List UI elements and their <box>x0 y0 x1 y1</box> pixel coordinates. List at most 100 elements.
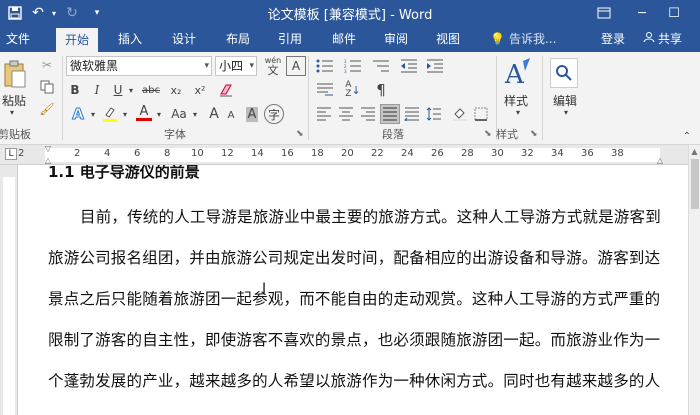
line-spacing-icon[interactable] <box>424 104 444 124</box>
font-size-select[interactable]: 小四 ▾ <box>215 56 257 76</box>
align-center-icon[interactable] <box>336 104 356 124</box>
ruler-number: 16 <box>281 148 294 159</box>
increase-indent-icon[interactable] <box>424 56 446 76</box>
text-effects-dropdown-icon[interactable]: ▾ <box>88 104 98 124</box>
svg-text:3: 3 <box>344 69 347 73</box>
distributed-icon[interactable] <box>402 104 422 124</box>
font-name-select[interactable]: 微软雅黑 ▾ <box>66 56 212 76</box>
ribbon-display-icon[interactable] <box>590 0 618 26</box>
tab-view[interactable]: 视图 <box>430 26 466 52</box>
search-icon[interactable] <box>550 58 578 88</box>
paste-dropdown-icon[interactable]: ▾ <box>2 108 22 117</box>
underline-dropdown-icon[interactable]: ▾ <box>126 80 136 100</box>
align-left-icon[interactable] <box>314 104 334 124</box>
ruler-number: 30 <box>491 148 504 159</box>
shading-icon[interactable] <box>450 104 470 124</box>
share-button[interactable]: 共享 <box>639 28 686 50</box>
justify-icon[interactable] <box>380 104 400 124</box>
right-indent-marker[interactable]: △ <box>656 156 664 165</box>
vertical-ruler[interactable] <box>0 165 18 415</box>
ruler-number: 8 <box>164 148 171 159</box>
tell-me-box[interactable]: 💡 告诉我... <box>490 26 556 52</box>
numbering-icon[interactable]: 123 <box>342 56 364 76</box>
vertical-ruler-area <box>3 177 15 415</box>
paste-label[interactable]: 粘贴 <box>2 92 26 109</box>
maximize-button[interactable]: ☐ <box>660 0 688 26</box>
styles-button-label[interactable]: 样式 <box>504 92 528 109</box>
sort-icon[interactable]: A Z ↓ <box>342 80 364 100</box>
align-right-icon[interactable] <box>358 104 378 124</box>
ruler-number: 32 <box>521 148 534 159</box>
ruler-number: 6 <box>134 148 141 159</box>
tab-insert[interactable]: 插入 <box>112 26 148 52</box>
shrink-font-button[interactable]: A <box>224 106 238 124</box>
multilevel-list-icon[interactable] <box>370 56 392 76</box>
paste-icon[interactable] <box>2 58 28 90</box>
font-color-label: A <box>139 104 149 119</box>
grow-font-button[interactable]: A <box>206 104 222 124</box>
tab-selector-icon[interactable]: L <box>5 148 17 160</box>
highlight-color-icon[interactable] <box>100 104 120 124</box>
borders-icon[interactable] <box>470 104 492 124</box>
copy-icon[interactable] <box>38 78 56 96</box>
tab-references[interactable]: 引用 <box>272 26 308 52</box>
highlight-dropdown-icon[interactable]: ▾ <box>120 104 130 124</box>
ruler-number: 22 <box>371 148 384 159</box>
tab-layout[interactable]: 布局 <box>220 26 256 52</box>
text-effects-icon[interactable]: A <box>68 104 88 124</box>
format-painter-icon[interactable]: 🖌 <box>38 100 56 118</box>
strikethrough-button[interactable]: abc <box>140 80 162 100</box>
phonetic-guide-icon[interactable]: wén 文 <box>262 56 284 76</box>
highlight-text-icon[interactable]: A <box>242 104 262 124</box>
change-case-button[interactable]: Aa <box>168 104 190 124</box>
subscript-button[interactable]: x₂ <box>166 80 186 100</box>
font-color-button[interactable]: A <box>134 102 154 124</box>
styles-icon[interactable]: A <box>502 56 534 90</box>
ribbon-tabs: 文件 开始 插入 设计 布局 引用 邮件 审阅 视图 💡 告诉我... 登录 共… <box>0 26 700 52</box>
ruler-number: 28 <box>461 148 474 159</box>
italic-button[interactable]: I <box>88 80 106 100</box>
decrease-indent-icon[interactable] <box>398 56 420 76</box>
font-color-dropdown-icon[interactable]: ▾ <box>154 104 164 124</box>
editing-button-label[interactable]: 编辑 <box>553 92 577 109</box>
tab-mailings[interactable]: 邮件 <box>326 26 362 52</box>
minimize-button[interactable]: ─ <box>628 0 656 26</box>
character-border-icon[interactable]: A <box>286 56 306 76</box>
styles-dropdown-icon[interactable]: ▾ <box>512 108 524 117</box>
collapse-ribbon-icon[interactable]: ⌃ <box>680 130 694 142</box>
lightbulb-icon: 💡 <box>490 32 505 46</box>
scroll-thumb[interactable] <box>691 159 699 209</box>
change-case-dropdown-icon[interactable]: ▾ <box>190 104 200 124</box>
group-divider <box>542 56 543 140</box>
tab-file[interactable]: 文件 <box>0 26 36 52</box>
tab-design[interactable]: 设计 <box>166 26 202 52</box>
vertical-scrollbar[interactable]: ▲ <box>688 145 700 415</box>
person-icon <box>643 28 655 50</box>
horizontal-ruler[interactable]: L 2 2 4 6 8 10 12 14 16 18 20 22 24 26 2… <box>0 144 700 165</box>
font-launcher-icon[interactable]: ⬊ <box>296 129 304 139</box>
sign-in-link[interactable]: 登录 <box>601 26 625 52</box>
bullets-icon[interactable] <box>314 56 336 76</box>
chinese-layout-icon[interactable] <box>314 80 336 100</box>
styles-launcher-icon[interactable]: ⬊ <box>530 129 538 139</box>
paragraph-line: 个蓬勃发展的产业，越来越多的人希望以旅游作为一种休闲方式。同时也有越来越多的人 <box>48 372 661 390</box>
enclose-characters-button[interactable]: 字 <box>264 104 284 124</box>
bold-button[interactable]: B <box>66 80 84 100</box>
ruler-number: 4 <box>104 148 111 159</box>
editing-dropdown-icon[interactable]: ▾ <box>560 108 572 117</box>
font-group-label: 字体 <box>164 128 186 141</box>
document-page[interactable]: 1.1 电子导游仪的前景 目前，传统的人工导游是旅游业中最主要的旅游方式。这种人… <box>18 165 688 415</box>
tab-home[interactable]: 开始 <box>56 28 98 52</box>
first-line-indent-marker[interactable]: ▽ <box>44 144 52 153</box>
cut-icon[interactable]: ✂ <box>38 56 56 74</box>
font-name-value: 微软雅黑 <box>70 59 119 73</box>
hanging-indent-marker[interactable]: △ <box>44 156 52 165</box>
clear-formatting-icon[interactable] <box>216 80 236 100</box>
tab-review[interactable]: 审阅 <box>378 26 414 52</box>
paragraph-launcher-icon[interactable]: ⬊ <box>484 129 492 139</box>
scroll-up-icon[interactable]: ▲ <box>689 147 700 156</box>
ruler-number: 10 <box>191 148 204 159</box>
underline-button[interactable]: U <box>110 80 126 100</box>
superscript-button[interactable]: x² <box>190 80 210 100</box>
show-marks-icon[interactable]: ¶ <box>370 80 392 100</box>
